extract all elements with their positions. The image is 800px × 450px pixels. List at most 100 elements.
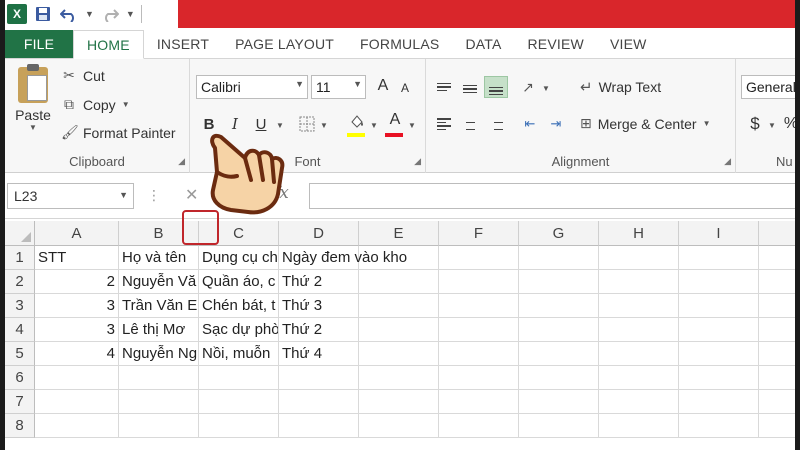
cell-i1[interactable] xyxy=(679,246,759,270)
cell-a4[interactable]: 3 xyxy=(35,318,119,342)
cell-f4[interactable] xyxy=(439,318,519,342)
row-header-1[interactable]: 1 xyxy=(5,246,35,270)
percent-button[interactable]: % xyxy=(780,113,795,135)
tab-review[interactable]: REVIEW xyxy=(515,30,597,58)
font-family-select[interactable]: Calibri ▼ xyxy=(196,75,308,99)
row-header-2[interactable]: 2 xyxy=(5,270,35,294)
font-launcher-icon[interactable]: ◢ xyxy=(414,156,421,167)
cell-f1[interactable] xyxy=(439,246,519,270)
cell-d5[interactable]: Thứ 4 xyxy=(279,342,359,366)
cell-c4[interactable]: Sạc dự phò xyxy=(199,318,279,342)
cell-f5[interactable] xyxy=(439,342,519,366)
row-header-6[interactable]: 6 xyxy=(5,366,35,390)
cell-g7[interactable] xyxy=(519,390,599,414)
cell-i8[interactable] xyxy=(679,414,759,438)
orientation-icon[interactable]: ↗ xyxy=(516,76,540,98)
row-header-8[interactable]: 8 xyxy=(5,414,35,438)
increase-font-icon[interactable]: A xyxy=(372,75,394,97)
tab-data[interactable]: DATA xyxy=(452,30,514,58)
redo-icon[interactable] xyxy=(100,4,120,24)
borders-dropdown-icon[interactable]: ▼ xyxy=(320,121,328,130)
tab-file[interactable]: FILE xyxy=(5,30,73,58)
cell-j5[interactable] xyxy=(759,342,795,366)
excel-icon[interactable]: X xyxy=(7,4,27,24)
cell-i4[interactable] xyxy=(679,318,759,342)
tab-insert[interactable]: INSERT xyxy=(144,30,222,58)
cell-e4[interactable] xyxy=(359,318,439,342)
column-header-g[interactable]: G xyxy=(519,221,599,246)
cell-a3[interactable]: 3 xyxy=(35,294,119,318)
column-header-a[interactable]: A xyxy=(35,221,119,246)
cell-b8[interactable] xyxy=(119,414,199,438)
currency-button[interactable]: $ xyxy=(744,113,766,135)
column-header-i[interactable]: I xyxy=(679,221,759,246)
currency-dropdown-icon[interactable]: ▼ xyxy=(768,121,776,130)
cell-b5[interactable]: Nguyễn Ng xyxy=(119,342,199,366)
tab-home[interactable]: HOME xyxy=(73,30,144,59)
cell-d4[interactable]: Thứ 2 xyxy=(279,318,359,342)
cell-a1[interactable]: STT xyxy=(35,246,119,270)
cell-a2[interactable]: 2 xyxy=(35,270,119,294)
decrease-font-icon[interactable]: A xyxy=(394,77,416,99)
cell-g1[interactable] xyxy=(519,246,599,270)
more-options-icon[interactable]: ⋮ xyxy=(147,187,161,204)
cell-j3[interactable] xyxy=(759,294,795,318)
fill-color-icon[interactable] xyxy=(346,111,368,133)
formula-input[interactable] xyxy=(309,183,795,209)
save-icon[interactable] xyxy=(33,4,53,24)
cell-g4[interactable] xyxy=(519,318,599,342)
top-align-icon[interactable] xyxy=(432,76,456,98)
decrease-indent-icon[interactable]: ⇤ xyxy=(518,113,542,135)
fill-color-dropdown-icon[interactable]: ▼ xyxy=(370,121,378,130)
cell-b2[interactable]: Nguyễn Vă xyxy=(119,270,199,294)
font-color-dropdown-icon[interactable]: ▼ xyxy=(408,121,416,130)
cell-i5[interactable] xyxy=(679,342,759,366)
cell-c7[interactable] xyxy=(199,390,279,414)
cell-e8[interactable] xyxy=(359,414,439,438)
cell-h8[interactable] xyxy=(599,414,679,438)
cell-j4[interactable] xyxy=(759,318,795,342)
cell-f3[interactable] xyxy=(439,294,519,318)
cell-b3[interactable]: Trần Văn E xyxy=(119,294,199,318)
cell-h1[interactable] xyxy=(599,246,679,270)
cell-a7[interactable] xyxy=(35,390,119,414)
cell-h3[interactable] xyxy=(599,294,679,318)
font-size-select[interactable]: 11 ▼ xyxy=(311,75,366,99)
cell-h2[interactable] xyxy=(599,270,679,294)
orientation-dropdown-icon[interactable]: ▼ xyxy=(542,84,550,93)
cell-g6[interactable] xyxy=(519,366,599,390)
column-header-j[interactable] xyxy=(759,221,795,246)
cell-d1[interactable]: Ngày đem vào kho xyxy=(279,246,407,270)
increase-indent-icon[interactable]: ⇥ xyxy=(544,113,568,135)
cell-j6[interactable] xyxy=(759,366,795,390)
cell-a5[interactable]: 4 xyxy=(35,342,119,366)
cell-e6[interactable] xyxy=(359,366,439,390)
cell-e7[interactable] xyxy=(359,390,439,414)
row-header-3[interactable]: 3 xyxy=(5,294,35,318)
wrap-text-button[interactable]: ↵ Wrap Text xyxy=(580,78,661,96)
cell-h5[interactable] xyxy=(599,342,679,366)
name-box[interactable]: L23 ▼ xyxy=(7,183,134,209)
cell-j1[interactable] xyxy=(759,246,795,270)
cell-g5[interactable] xyxy=(519,342,599,366)
cell-h6[interactable] xyxy=(599,366,679,390)
align-left-icon[interactable] xyxy=(432,113,456,135)
middle-align-icon[interactable] xyxy=(458,76,482,98)
cell-j7[interactable] xyxy=(759,390,795,414)
align-center-icon[interactable] xyxy=(458,113,482,135)
cell-d2[interactable]: Thứ 2 xyxy=(279,270,359,294)
cell-f6[interactable] xyxy=(439,366,519,390)
cell-a6[interactable] xyxy=(35,366,119,390)
cell-c5[interactable]: Nồi, muỗn xyxy=(199,342,279,366)
cell-e3[interactable] xyxy=(359,294,439,318)
cell-b1[interactable]: Họ và tên xyxy=(119,246,199,270)
cell-h7[interactable] xyxy=(599,390,679,414)
cell-d7[interactable] xyxy=(279,390,359,414)
column-header-d[interactable]: D xyxy=(279,221,359,246)
cell-i7[interactable] xyxy=(679,390,759,414)
cell-g2[interactable] xyxy=(519,270,599,294)
cell-j8[interactable] xyxy=(759,414,795,438)
tab-page-layout[interactable]: PAGE LAYOUT xyxy=(222,30,347,58)
cell-d3[interactable]: Thứ 3 xyxy=(279,294,359,318)
cell-c1[interactable]: Dụng cụ ch xyxy=(199,246,279,270)
